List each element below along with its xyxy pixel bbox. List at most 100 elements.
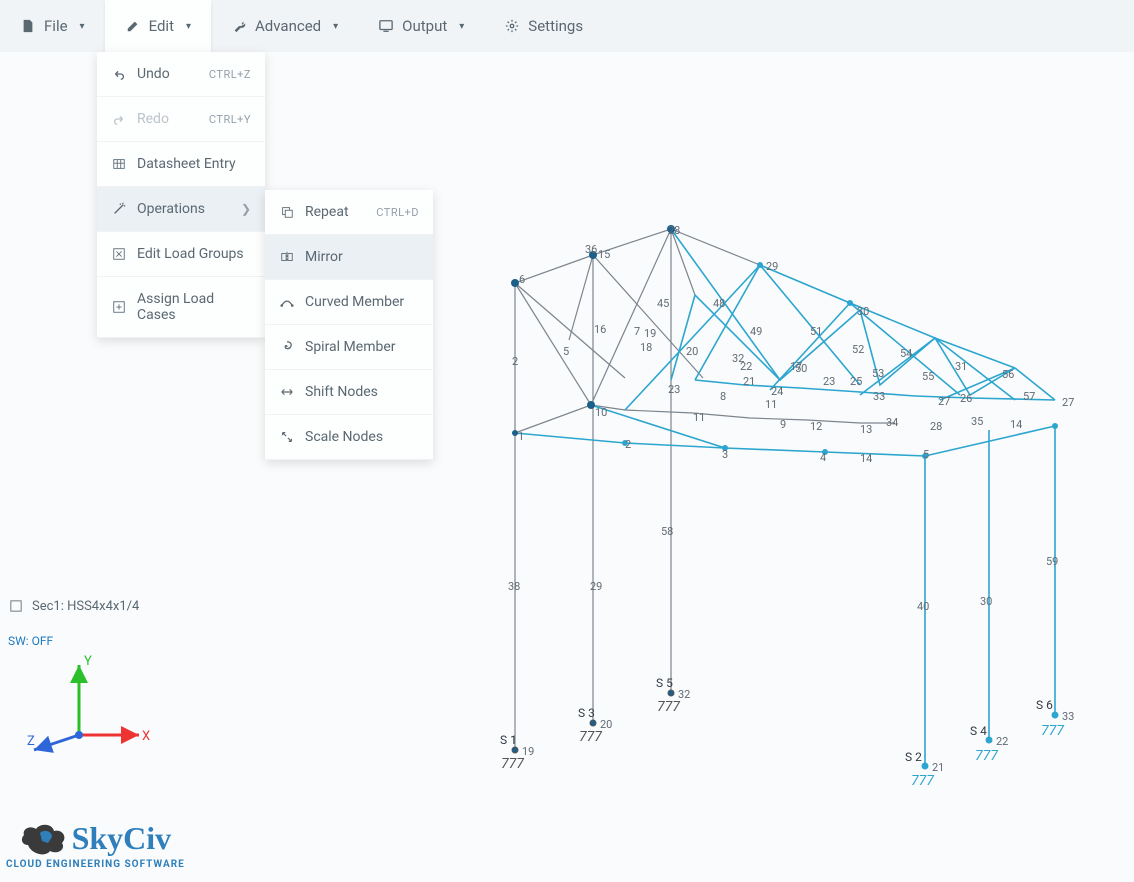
caret-icon: ▾ (333, 21, 338, 32)
section-info: Sec1: HSS4x4x1/4 (8, 598, 139, 614)
node-label: 28 (668, 224, 680, 237)
node-label: 11 (693, 411, 705, 424)
repeat-item[interactable]: Repeat CTRL+D (265, 190, 433, 235)
load-cases-item[interactable]: Assign Load Cases (97, 277, 265, 338)
node-label: 21 (743, 375, 755, 388)
node-label: 27 (938, 395, 950, 408)
node-32-label: 32 (678, 688, 690, 701)
menu-settings-label: Settings (528, 17, 583, 35)
redo-shortcut: CTRL+Y (209, 113, 251, 126)
operations-label: Operations (137, 201, 205, 217)
load-cases-label: Assign Load Cases (137, 291, 251, 323)
svg-text:777: 777 (579, 729, 602, 745)
support-6-label: S 6 (1036, 698, 1053, 712)
svg-text:Y: Y (84, 654, 92, 669)
node-label: 52 (852, 343, 864, 356)
node-label: 30 (980, 595, 992, 608)
node-label: 51 (810, 325, 822, 338)
node-label: 7 (634, 325, 640, 338)
caret-icon: ▾ (80, 21, 85, 32)
operations-submenu: Repeat CTRL+D Mirror Curved Member Spira… (265, 190, 433, 460)
svg-text:777: 777 (501, 756, 524, 772)
node-label: 3 (722, 448, 728, 461)
menu-settings[interactable]: Settings (484, 0, 603, 52)
curved-item[interactable]: Curved Member (265, 280, 433, 325)
node-label: 31 (955, 360, 967, 373)
node-label: 56 (1002, 368, 1014, 381)
edit-list-icon (111, 246, 127, 262)
chevron-right-icon: ❯ (241, 202, 251, 216)
node-label: 48 (713, 297, 725, 310)
node-label: 14 (860, 452, 872, 465)
caret-icon: ▾ (186, 21, 191, 32)
load-groups-item[interactable]: Edit Load Groups (97, 232, 265, 277)
brand-logo: SkyCiv CLOUD ENGINEERING SOFTWARE (6, 820, 185, 870)
edit-dropdown: Undo CTRL+Z Redo CTRL+Y Datasheet Entry … (97, 52, 265, 338)
menu-advanced[interactable]: Advanced ▾ (211, 0, 358, 52)
node-label: 1 (518, 430, 524, 443)
shift-label: Shift Nodes (305, 384, 378, 400)
shift-item[interactable]: Shift Nodes (265, 370, 433, 415)
node-label: 57 (1023, 390, 1035, 403)
support-4-label: S 4 (970, 724, 987, 738)
node-label: 26 (960, 392, 972, 405)
node-label: 14 (1010, 418, 1022, 431)
node-label: 33 (873, 390, 885, 403)
cloud-horse-icon (20, 821, 68, 857)
node-label: 50 (795, 362, 807, 375)
node-label: 10 (595, 406, 607, 419)
mirror-label: Mirror (305, 249, 343, 265)
node-label: 32 (732, 352, 744, 365)
node-label: 19 (644, 327, 656, 340)
svg-text:Z: Z (27, 734, 35, 749)
menu-output[interactable]: Output ▾ (358, 0, 484, 52)
node-22-label: 22 (996, 735, 1008, 748)
node-label: 23 (668, 383, 680, 396)
node-33-label: 33 (1062, 710, 1074, 723)
node-21-label: 21 (932, 761, 944, 774)
node-label: 59 (1046, 555, 1058, 568)
redo-label: Redo (137, 111, 169, 127)
menu-file[interactable]: File ▾ (0, 0, 105, 52)
node-label: 5 (923, 448, 929, 461)
node-label: 20 (686, 345, 698, 358)
mirror-item[interactable]: Mirror (265, 235, 433, 280)
gear-icon (504, 18, 520, 34)
redo-item[interactable]: Redo CTRL+Y (97, 97, 265, 142)
node-label: 27 (1062, 396, 1074, 409)
undo-item[interactable]: Undo CTRL+Z (97, 52, 265, 97)
support-5-label: S 5 (656, 676, 673, 690)
node-label: 35 (971, 415, 983, 428)
structural-model-viewport[interactable]: 777777777 777777777 S 1 S 3 S 5 S 2 S 4 … (460, 220, 1100, 804)
node-label: 49 (750, 325, 762, 338)
curved-label: Curved Member (305, 294, 404, 310)
spiral-label: Spiral Member (305, 339, 396, 355)
scale-label: Scale Nodes (305, 429, 383, 445)
sw-status: SW: OFF (8, 634, 53, 648)
node-label: 16 (594, 323, 606, 336)
node-label: 40 (917, 600, 929, 613)
support-2-label: S 2 (905, 750, 922, 764)
operations-item[interactable]: Operations ❯ (97, 187, 265, 232)
curve-icon (279, 294, 295, 310)
node-label: 18 (640, 341, 652, 354)
node-19-label: 19 (522, 745, 534, 758)
axis-gizmo[interactable]: Y X Z (24, 650, 154, 764)
undo-icon (111, 66, 127, 82)
pencil-icon (125, 18, 141, 34)
node-label: 38 (508, 580, 520, 593)
menu-edit[interactable]: Edit ▾ (105, 0, 211, 52)
arrows-icon (279, 384, 295, 400)
spiral-item[interactable]: Spiral Member (265, 325, 433, 370)
scale-item[interactable]: Scale Nodes (265, 415, 433, 460)
svg-text:777: 777 (657, 699, 680, 715)
node-label: 24 (771, 385, 783, 398)
node-20-label: 20 (600, 718, 612, 731)
grid-icon (111, 156, 127, 172)
repeat-label: Repeat (305, 204, 349, 220)
datasheet-item[interactable]: Datasheet Entry (97, 142, 265, 187)
wrench-icon (231, 18, 247, 34)
menu-advanced-label: Advanced (255, 17, 321, 35)
brand-name: SkyCiv (72, 820, 172, 857)
node-label: 2 (512, 355, 518, 368)
